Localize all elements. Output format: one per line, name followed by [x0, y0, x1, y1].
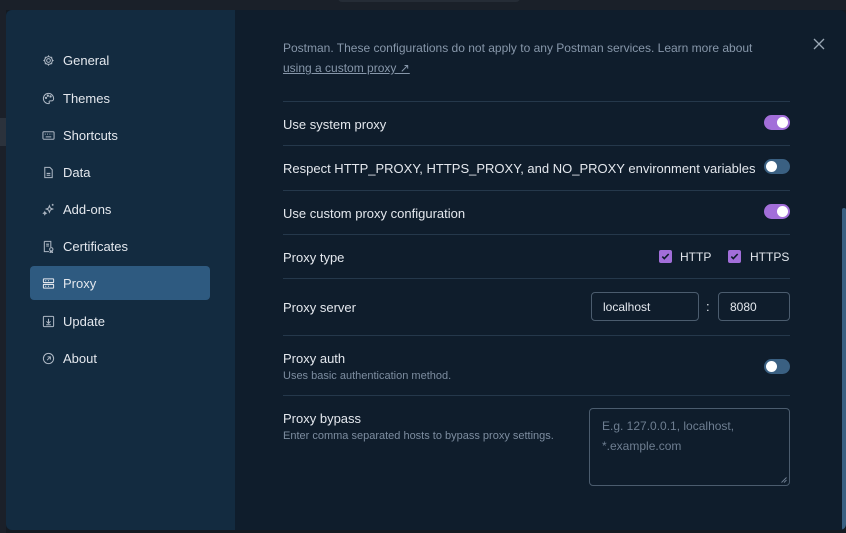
proxy-bypass-textarea[interactable]: E.g. 127.0.0.1, localhost, *.example.com [589, 408, 790, 486]
custom-proxy-row: Use custom proxy configuration [283, 190, 790, 235]
download-icon [42, 315, 55, 328]
sidebar-item-update[interactable]: Update [30, 304, 210, 338]
keyboard-icon [42, 129, 55, 142]
proxy-settings-panel: Postman. These configurations do not app… [283, 10, 790, 530]
custom-proxy-toggle[interactable] [764, 204, 790, 219]
proxy-server-row: Proxy server localhost : 8080 [283, 278, 790, 336]
sidebar-item-label: About [63, 350, 97, 366]
check-icon [730, 252, 739, 261]
proxy-bypass-row: Proxy bypass Enter comma separated hosts… [283, 395, 790, 506]
system-proxy-label: Use system proxy [283, 117, 387, 132]
proxy-auth-toggle[interactable] [764, 359, 790, 374]
proxy-port-input[interactable]: 8080 [718, 292, 790, 321]
sidebar-item-label: Proxy [63, 275, 97, 291]
gear-icon [42, 54, 55, 67]
check-icon [661, 252, 670, 261]
sidebar-item-certificates[interactable]: Certificates [30, 229, 210, 263]
custom-proxy-link[interactable]: using a custom proxy ↗ [283, 61, 410, 75]
sidebar-item-label: General [63, 52, 110, 68]
sidebar-item-label: Update [63, 313, 105, 329]
proxy-server-label: Proxy server [283, 300, 356, 315]
proxy-bypass-placeholder: E.g. 127.0.0.1, localhost, *.example.com [602, 419, 735, 453]
certificate-icon [42, 240, 55, 253]
resize-handle-icon[interactable] [781, 477, 787, 483]
proxy-intro-text: Postman. These configurations do not app… [283, 41, 753, 55]
proxy-auth-label: Proxy auth [283, 351, 346, 366]
sidebar-item-data[interactable]: Data [30, 155, 210, 189]
toggle-knob [777, 117, 788, 128]
sidebar-item-themes[interactable]: Themes [30, 81, 210, 115]
http-checkbox-label: HTTP [680, 250, 712, 264]
system-proxy-toggle[interactable] [764, 115, 790, 130]
close-button[interactable] [809, 34, 829, 54]
proxy-type-label: Proxy type [283, 250, 345, 265]
respect-env-label: Respect HTTP_PROXY, HTTPS_PROXY, and NO_… [283, 161, 756, 176]
sidebar-item-label: Add-ons [63, 201, 112, 217]
app-search-bar [338, 0, 520, 2]
sidebar-item-add-ons[interactable]: Add-ons [30, 192, 210, 226]
sparkle-icon [42, 203, 55, 216]
custom-proxy-label: Use custom proxy configuration [283, 206, 466, 221]
proxy-type-row: Proxy type HTTP HTTPS [283, 234, 790, 279]
system-proxy-row: Use system proxy [283, 101, 790, 146]
toggle-knob [777, 206, 788, 217]
sidebar-item-label: Data [63, 164, 91, 180]
close-icon [813, 38, 825, 50]
palette-icon [42, 92, 55, 105]
proxy-auth-description: Uses basic authentication method. [283, 370, 452, 382]
sidebar-item-general[interactable]: General [30, 43, 210, 77]
respect-env-toggle[interactable] [764, 159, 790, 174]
sidebar-item-proxy[interactable]: Proxy [30, 266, 210, 300]
settings-sidebar: General Themes Shortcuts Data Add-ons Ce… [6, 10, 235, 530]
proxy-auth-row: Proxy auth Uses basic authentication met… [283, 335, 790, 396]
proxy-bypass-description: Enter comma separated hosts to bypass pr… [283, 430, 554, 442]
https-checkbox-label: HTTPS [750, 250, 790, 264]
sidebar-item-label: Themes [63, 90, 110, 106]
sidebar-item-label: Shortcuts [63, 127, 118, 143]
proxy-intro: Postman. These configurations do not app… [283, 38, 790, 78]
data-icon [42, 166, 55, 179]
settings-modal: General Themes Shortcuts Data Add-ons Ce… [6, 10, 846, 530]
proxy-icon [42, 277, 55, 290]
proxy-bypass-label: Proxy bypass [283, 411, 362, 426]
host-port-separator: : [706, 299, 710, 314]
sidebar-item-about[interactable]: About [30, 341, 210, 375]
http-checkbox[interactable] [659, 250, 672, 263]
https-checkbox[interactable] [728, 250, 741, 263]
proxy-host-input[interactable]: localhost [591, 292, 699, 321]
respect-env-row: Respect HTTP_PROXY, HTTPS_PROXY, and NO_… [283, 145, 790, 191]
content-scrollbar[interactable] [842, 208, 846, 530]
sidebar-item-label: Certificates [63, 238, 129, 254]
toggle-knob [766, 161, 777, 172]
info-icon [42, 352, 55, 365]
toggle-knob [766, 361, 777, 372]
sidebar-item-shortcuts[interactable]: Shortcuts [30, 118, 210, 152]
